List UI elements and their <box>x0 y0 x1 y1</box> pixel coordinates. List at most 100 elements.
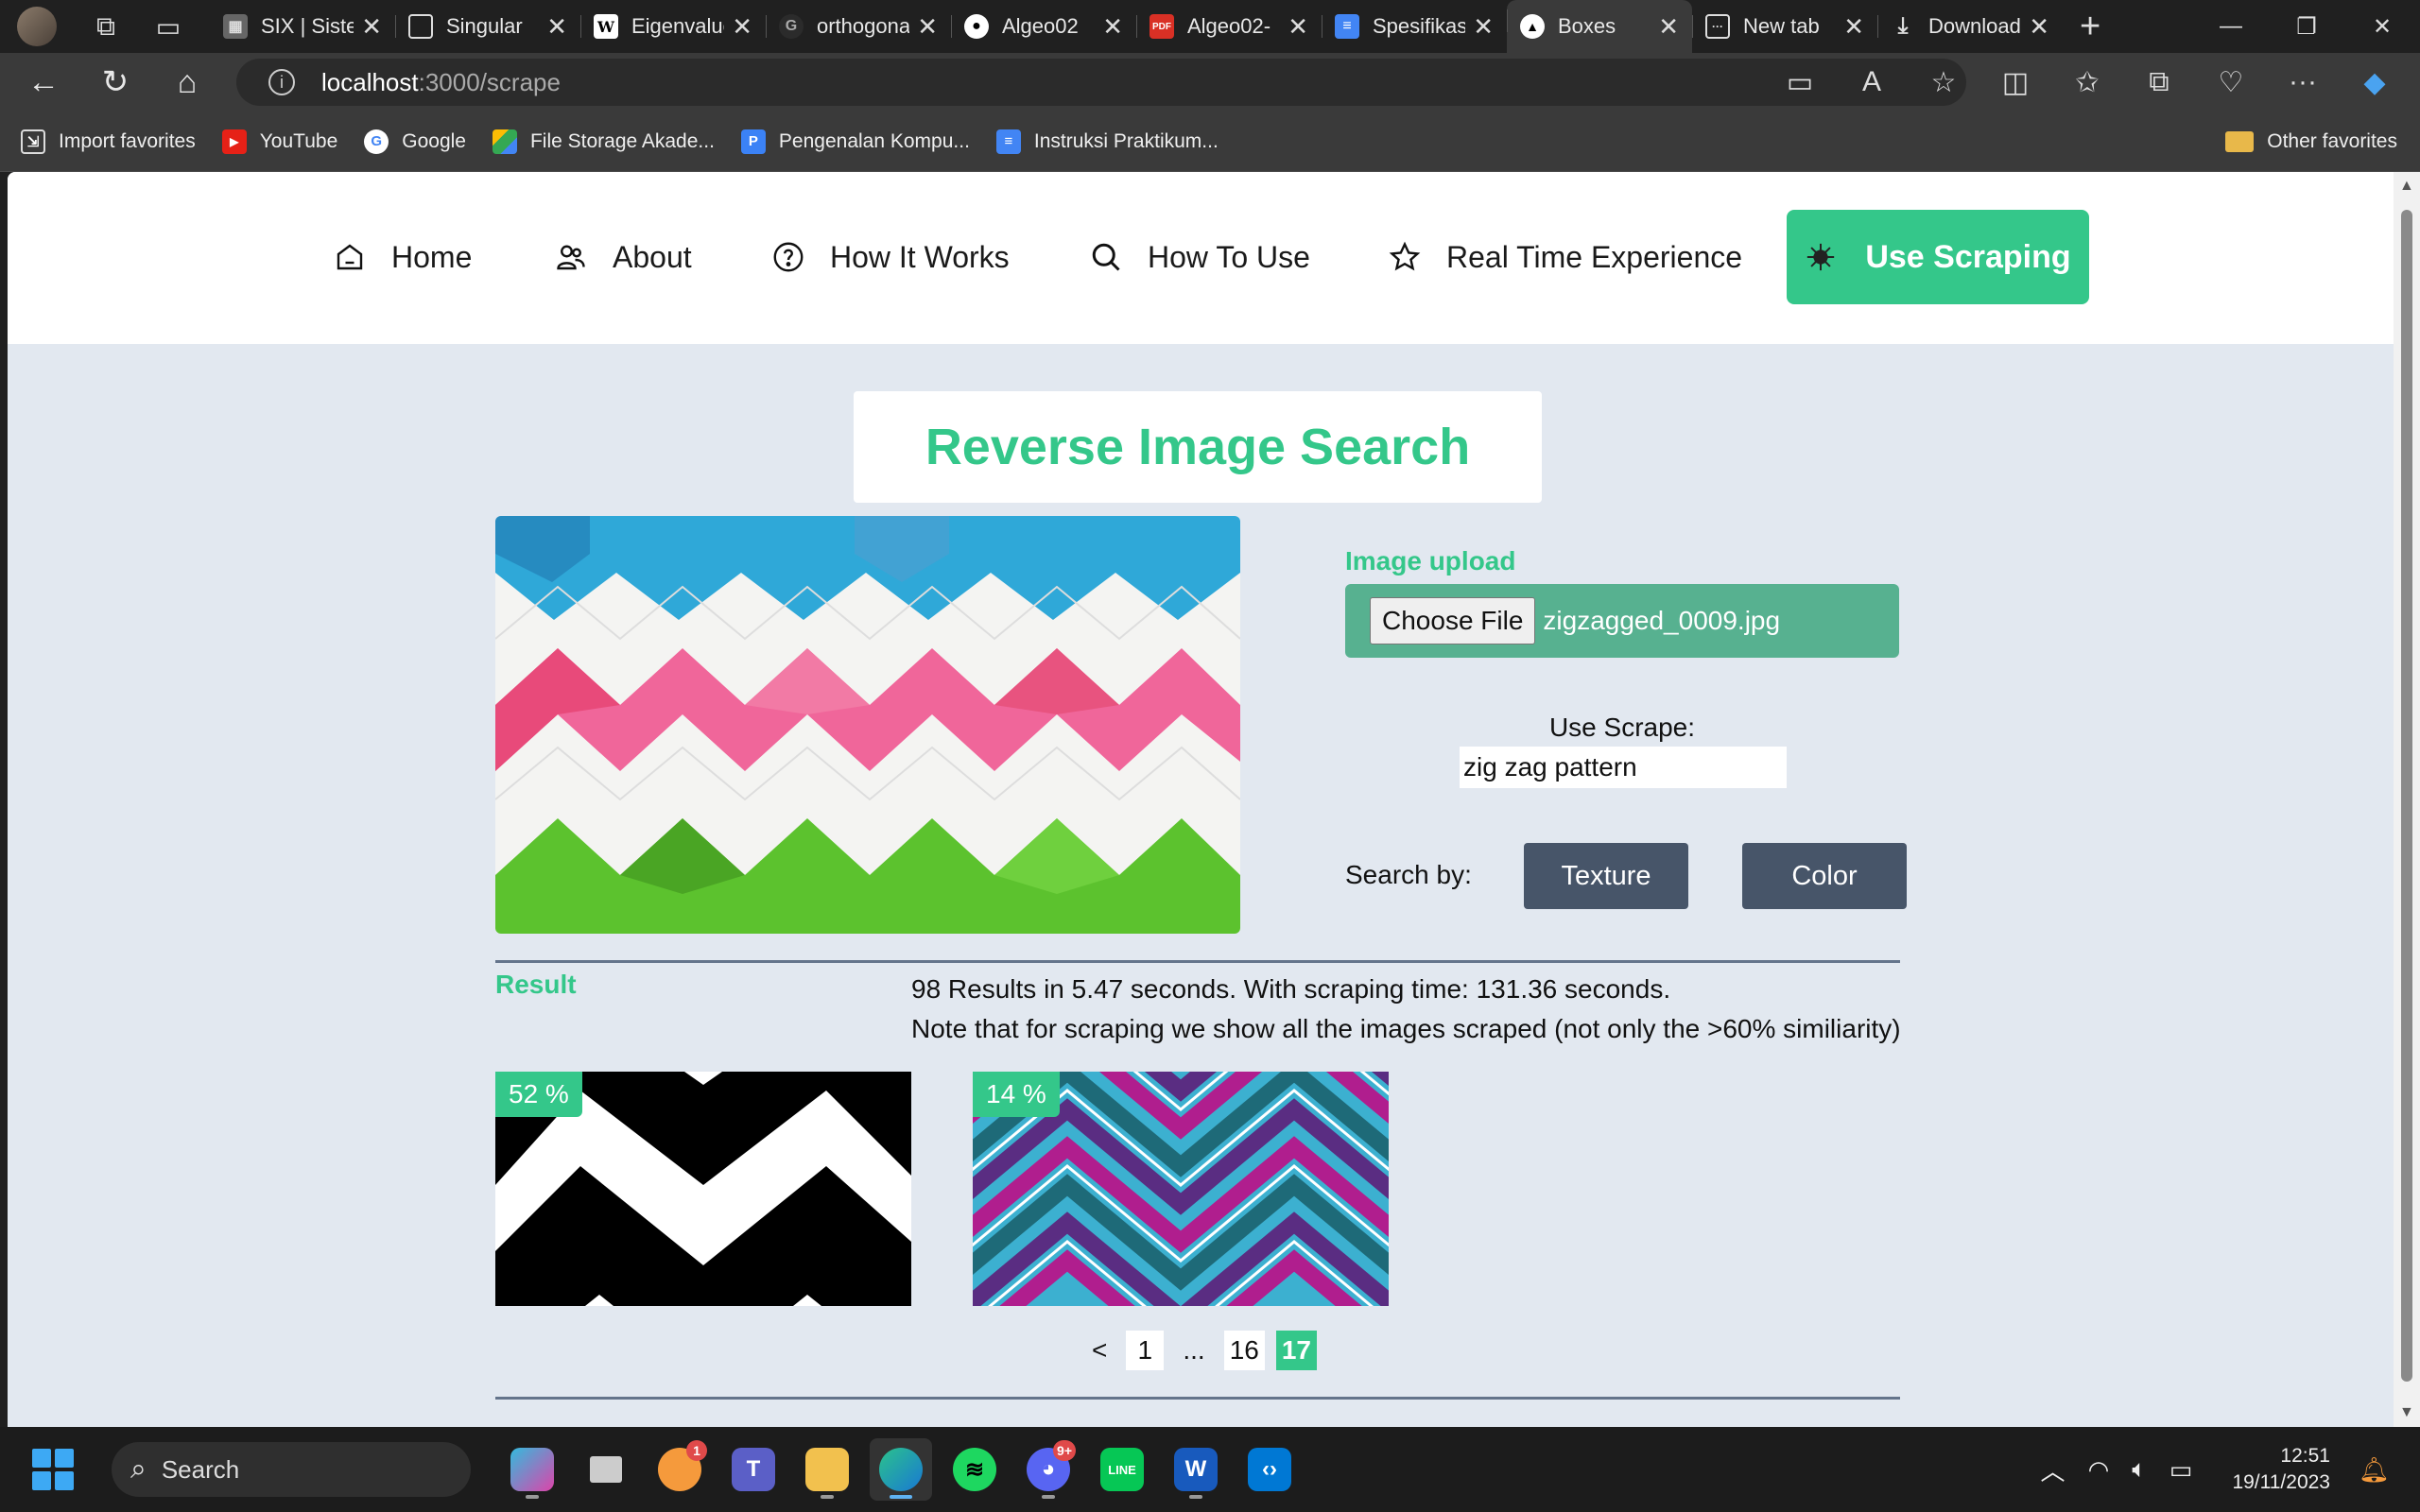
taskbar-file-explorer[interactable] <box>796 1438 858 1501</box>
refresh-icon[interactable]: ↻ <box>87 59 144 106</box>
tab-title: Eigenvalue <box>631 14 725 38</box>
favorites-icon[interactable]: ✩ <box>2051 66 2123 99</box>
collections-icon[interactable]: ⧉ <box>2123 66 2195 98</box>
browser-tab[interactable]: ● Algeo02 ✕ <box>951 6 1136 47</box>
scrollbar-thumb[interactable] <box>2401 210 2412 1382</box>
browser-tab[interactable]: PDF Algeo02- ✕ <box>1136 6 1322 47</box>
more-icon[interactable]: ··· <box>2267 66 2339 98</box>
nav-how-it-works[interactable]: How It Works <box>771 219 1010 295</box>
taskbar-edge[interactable] <box>870 1438 932 1501</box>
bookmark-import-favorites[interactable]: ⇲ Import favorites <box>21 129 196 154</box>
camera-icon[interactable]: ▭ <box>1764 66 1836 99</box>
bookmark-google[interactable]: G Google <box>364 129 466 154</box>
taskbar-apps: 1 T ≋ ◕ 9+ LINE W ‹› <box>495 1438 1306 1501</box>
browser-tab[interactable]: ≡ Spesifikasi ✕ <box>1322 6 1507 47</box>
github-icon: ● <box>964 14 989 39</box>
divider <box>495 1397 1900 1400</box>
close-tab-icon[interactable]: ✕ <box>1473 12 1494 42</box>
task-view-icon <box>590 1456 622 1483</box>
profile-avatar[interactable] <box>17 7 57 46</box>
file-upload-field[interactable]: Choose File zigzagged_0009.jpg <box>1345 584 1899 658</box>
favorite-star-icon[interactable]: ☆ <box>1908 66 1979 99</box>
taskbar-discord[interactable]: ◕ 9+ <box>1017 1438 1080 1501</box>
close-tab-icon[interactable]: ✕ <box>1658 12 1679 42</box>
browser-tab[interactable]: ··· New tab ✕ <box>1692 6 1877 47</box>
close-tab-icon[interactable]: ✕ <box>917 12 938 42</box>
bookmark-pengenalan[interactable]: P Pengenalan Kompu... <box>740 129 970 154</box>
minimize-icon[interactable]: — <box>2193 0 2269 53</box>
use-scraping-button[interactable]: Use Scraping <box>1787 210 2089 304</box>
split-screen-icon[interactable]: ◫ <box>1979 66 2051 99</box>
close-tab-icon[interactable]: ✕ <box>361 12 382 42</box>
choose-file-button[interactable]: Choose File <box>1370 597 1536 644</box>
site-info-icon[interactable]: i <box>268 69 295 95</box>
taskbar-word[interactable]: W <box>1165 1438 1227 1501</box>
taskbar-spotify[interactable]: ≋ <box>943 1438 1006 1501</box>
taskbar-teams[interactable]: T <box>722 1438 785 1501</box>
scroll-down-icon[interactable]: ▼ <box>2399 1404 2414 1421</box>
bookmark-instruksi[interactable]: ≡ Instruksi Praktikum... <box>995 129 1219 154</box>
nav-about[interactable]: About <box>554 219 692 295</box>
close-tab-icon[interactable]: ✕ <box>1288 12 1308 42</box>
nav-real-time[interactable]: Real Time Experience <box>1388 219 1742 295</box>
nav-how-to-use[interactable]: How To Use <box>1089 219 1310 295</box>
page-button[interactable]: 16 <box>1223 1331 1265 1370</box>
bookmark-other-favorites[interactable]: Other favorites <box>2225 130 2397 153</box>
taskbar-app-badged[interactable]: 1 <box>648 1438 711 1501</box>
new-tab-icon[interactable]: + <box>2080 7 2100 47</box>
folder-icon <box>805 1448 849 1491</box>
health-icon[interactable]: ♡ <box>2195 66 2267 99</box>
notification-bell-icon[interactable]: 🔔︎ <box>2359 1455 2390 1485</box>
chevron-up-icon[interactable]: ︿ <box>2041 1452 2066 1487</box>
workspaces-icon[interactable]: ⧉ <box>85 6 127 47</box>
page-scrollbar[interactable]: ▲ ▼ <box>2394 172 2420 1427</box>
clock[interactable]: 12:51 19/11/2023 <box>2232 1443 2330 1496</box>
taskbar-search[interactable]: ⌕ Search <box>112 1442 471 1497</box>
bookmark-youtube[interactable]: ▶ YouTube <box>221 129 337 154</box>
copilot-icon[interactable]: ◆ <box>2339 66 2411 99</box>
close-tab-icon[interactable]: ✕ <box>546 12 567 42</box>
result-heading: Result <box>495 970 577 999</box>
image-upload-label: Image upload <box>1345 546 1516 576</box>
url-input[interactable]: i localhost:3000/scrape <box>236 59 1966 106</box>
close-tab-icon[interactable]: ✕ <box>1843 12 1864 42</box>
texture-button[interactable]: Texture <box>1524 843 1688 909</box>
volume-icon[interactable]: 🔈︎ <box>2132 1454 2147 1485</box>
taskbar-copilot[interactable] <box>501 1438 563 1501</box>
word-icon: W <box>1174 1448 1218 1491</box>
browser-tab[interactable]: ⤓ Downloads ✕ <box>1877 6 2063 47</box>
restore-icon[interactable]: ❐ <box>2269 0 2344 53</box>
browser-tab[interactable]: G orthogonal ✕ <box>766 6 951 47</box>
bookmark-file-storage[interactable]: File Storage Akade... <box>492 129 715 154</box>
current-page-button[interactable]: 17 <box>1275 1331 1317 1370</box>
folder-icon <box>2225 130 2255 152</box>
nav-home[interactable]: Home <box>333 219 472 295</box>
scrape-query-input[interactable]: zig zag pattern <box>1460 747 1787 788</box>
battery-icon[interactable]: ▭ <box>2169 1455 2193 1485</box>
browser-tab[interactable]: W Eigenvalue ✕ <box>580 6 766 47</box>
taskbar-taskview[interactable] <box>575 1438 637 1501</box>
windows-start-icon[interactable] <box>32 1449 74 1490</box>
wifi-icon[interactable]: ◠ <box>2088 1455 2110 1485</box>
back-icon[interactable]: ← <box>15 59 72 106</box>
page-button[interactable]: 1 <box>1126 1331 1165 1370</box>
close-tab-icon[interactable]: ✕ <box>732 12 752 42</box>
result-image-card[interactable]: 52 % <box>495 1072 911 1306</box>
prev-page-button[interactable]: < <box>1084 1335 1115 1366</box>
tab-actions-icon[interactable]: ▭ <box>147 6 189 47</box>
home-icon[interactable]: ⌂ <box>159 59 216 106</box>
close-tab-icon[interactable]: ✕ <box>1102 12 1123 42</box>
browser-tab[interactable]: ▦ SIX | Sistem ✕ <box>210 6 395 47</box>
close-tab-icon[interactable]: ✕ <box>2029 12 2049 42</box>
close-window-icon[interactable]: ✕ <box>2344 0 2420 53</box>
uploaded-query-image <box>495 516 1240 934</box>
result-image-card[interactable]: 14 % <box>973 1072 1389 1306</box>
browser-tab[interactable]: Singular ✕ <box>395 6 580 47</box>
read-aloud-icon[interactable]: A <box>1836 66 1908 98</box>
scroll-up-icon[interactable]: ▲ <box>2399 178 2414 195</box>
taskbar-line[interactable]: LINE <box>1091 1438 1153 1501</box>
browser-tab-active[interactable]: ▲ Boxes ✕ <box>1507 0 1692 53</box>
color-button[interactable]: Color <box>1742 843 1907 909</box>
tab-title: Algeo02- <box>1187 14 1271 38</box>
taskbar-vscode[interactable]: ‹› <box>1238 1438 1301 1501</box>
